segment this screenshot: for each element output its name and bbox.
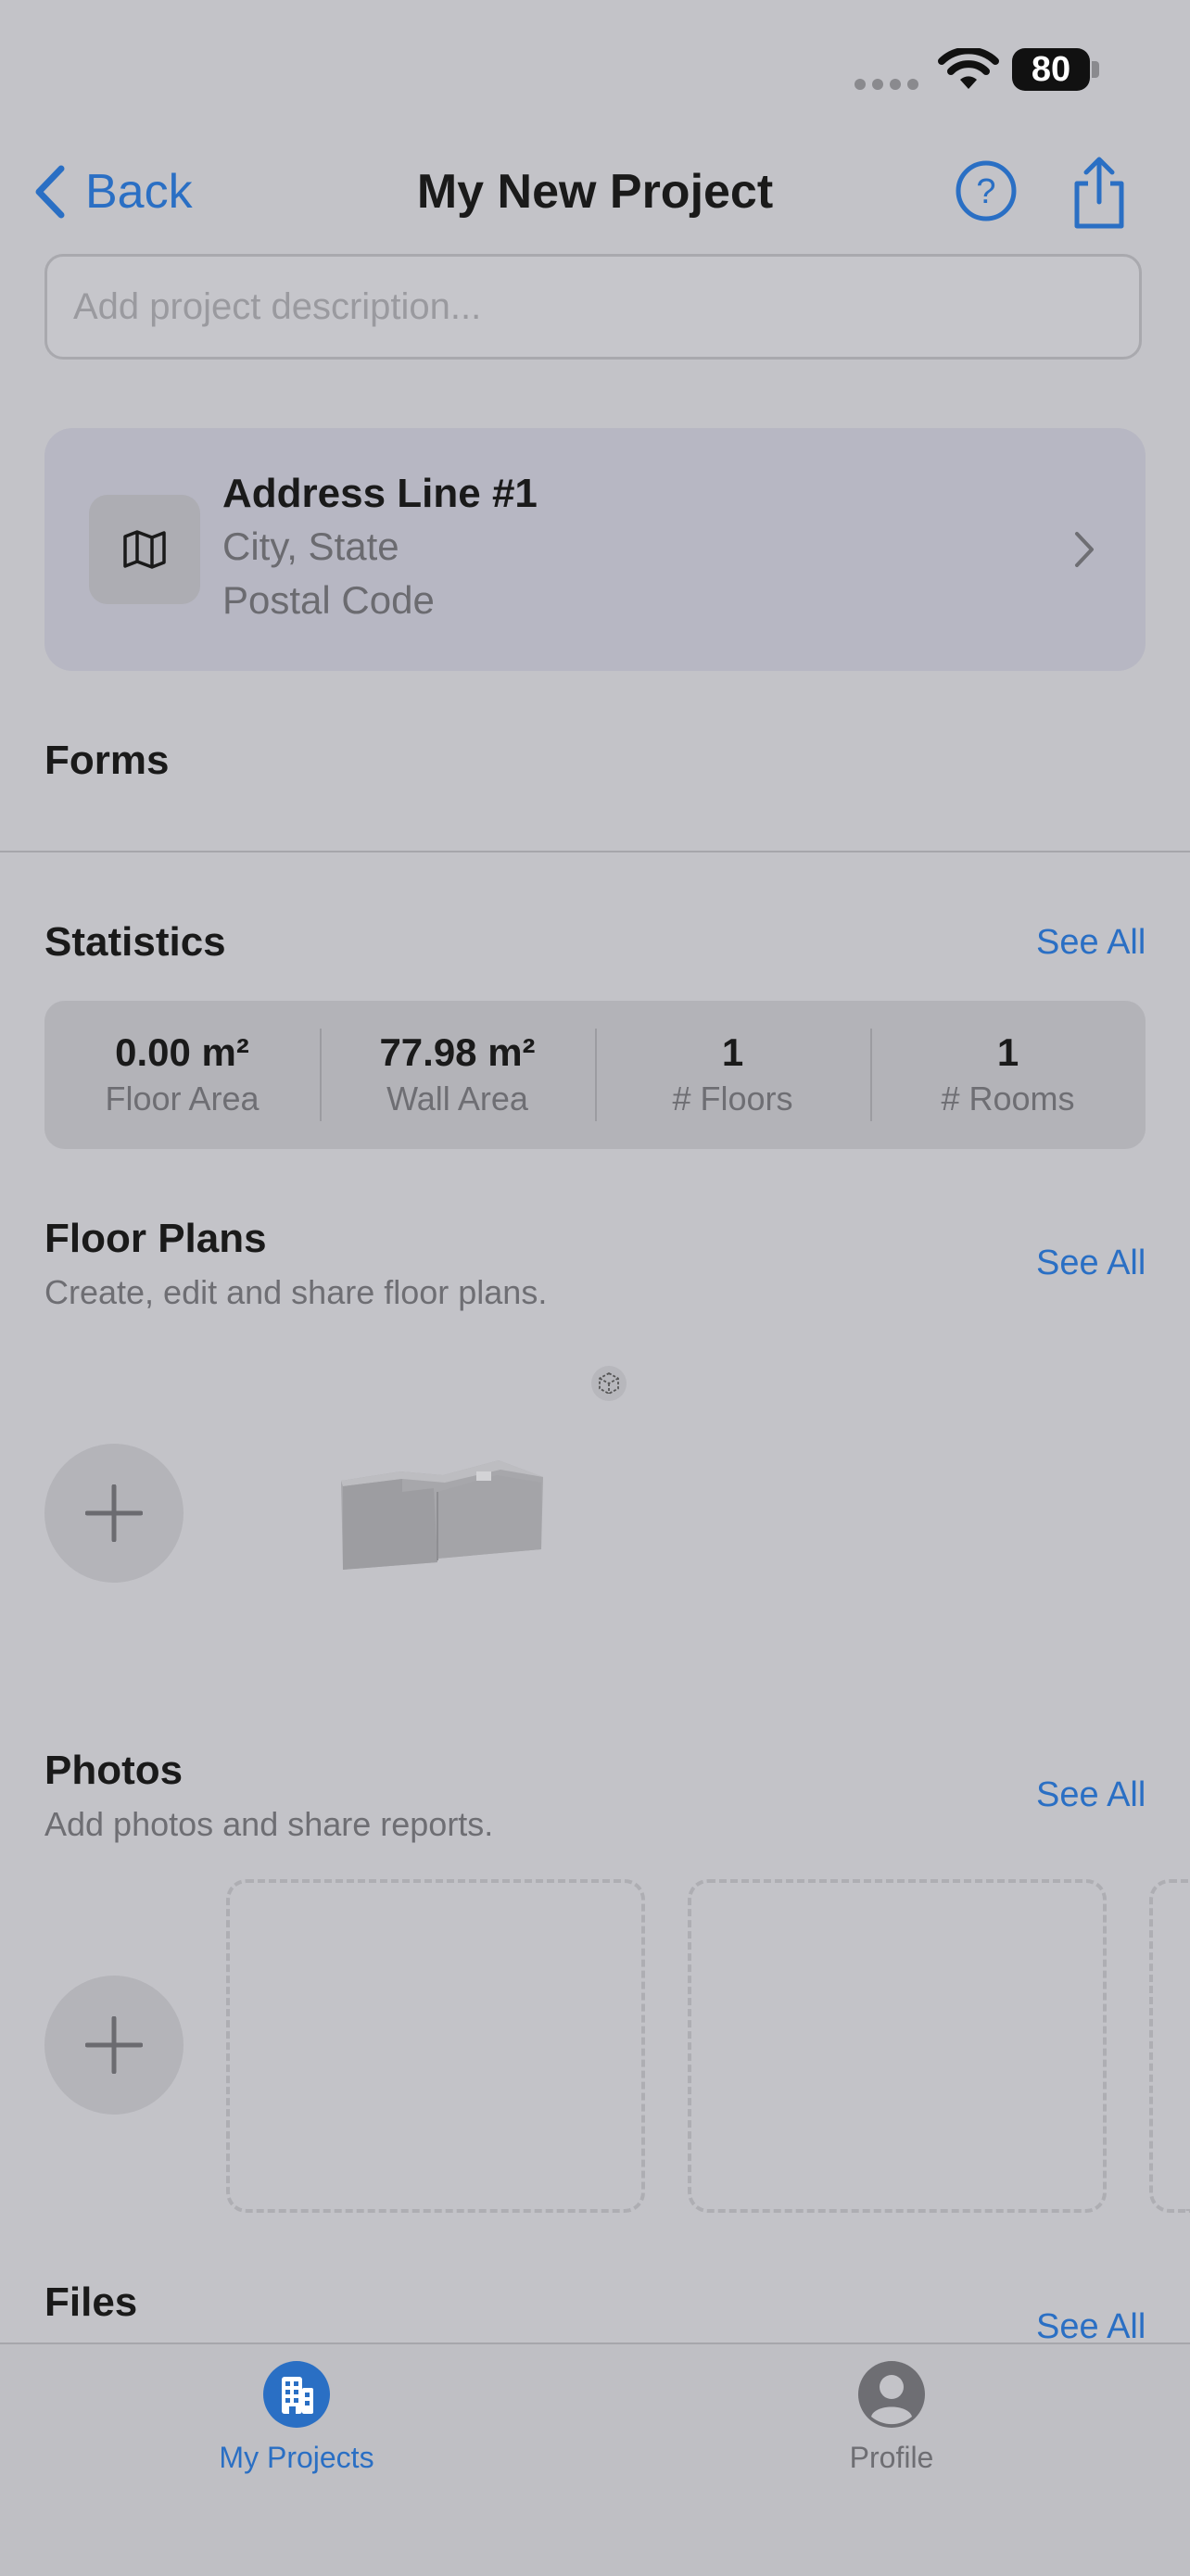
tab-label: My Projects — [219, 2441, 374, 2474]
address-postal-code: Postal Code — [222, 578, 435, 622]
person-icon — [858, 2361, 925, 2428]
back-button[interactable]: Back — [33, 159, 193, 224]
wifi-icon — [938, 48, 999, 89]
stat-label: # Rooms — [941, 1080, 1075, 1118]
ar-cube-icon — [591, 1366, 627, 1401]
chevron-right-icon — [1075, 532, 1094, 567]
photo-placeholder — [1149, 1879, 1190, 2213]
files-section-title: Files — [44, 2279, 138, 2325]
stat-value: 1 — [721, 1030, 744, 1074]
statistics-section-title: Statistics — [44, 919, 226, 965]
address-line-1: Address Line #1 — [222, 471, 538, 516]
back-label: Back — [85, 165, 193, 219]
project-description-input[interactable] — [44, 254, 1142, 360]
stat-label: Wall Area — [386, 1080, 528, 1118]
photos-subtitle: Add photos and share reports. — [44, 1805, 494, 1843]
chevron-left-icon — [35, 165, 65, 219]
tab-profile[interactable]: Profile — [753, 2361, 1031, 2475]
statistics-see-all-link[interactable]: See All — [1036, 923, 1146, 963]
share-icon[interactable] — [1070, 156, 1129, 230]
stat-wall-area: 77.98 m² Wall Area — [320, 1001, 595, 1149]
stat-floor-area: 0.00 m² Floor Area — [44, 1001, 320, 1149]
cellular-signal-icon — [855, 78, 925, 95]
help-icon[interactable]: ? — [955, 159, 1018, 222]
battery-tip — [1092, 61, 1099, 78]
floor-plans-subtitle: Create, edit and share floor plans. — [44, 1273, 548, 1311]
photos-section-title: Photos — [44, 1748, 184, 1793]
tab-label: Profile — [849, 2441, 934, 2474]
photo-placeholder — [688, 1879, 1107, 2213]
svg-text:?: ? — [976, 172, 995, 211]
map-tile — [89, 495, 200, 604]
plus-icon — [85, 2016, 143, 2074]
battery-indicator: 80 — [1012, 48, 1090, 91]
stat-value: 0.00 m² — [115, 1030, 249, 1074]
stat-floors: 1 # Floors — [595, 1001, 870, 1149]
section-divider — [0, 851, 1190, 852]
page-title: My New Project — [416, 165, 774, 219]
floor-plans-see-all-link[interactable]: See All — [1036, 1244, 1146, 1283]
photo-placeholder — [226, 1879, 645, 2213]
plus-icon — [85, 1484, 143, 1542]
map-icon — [123, 530, 166, 569]
stat-value: 1 — [996, 1030, 1019, 1074]
stat-label: # Floors — [672, 1080, 793, 1118]
photos-see-all-link[interactable]: See All — [1036, 1775, 1146, 1815]
building-icon — [263, 2361, 330, 2428]
statistics-card: 0.00 m² Floor Area 77.98 m² Wall Area 1 … — [44, 1001, 1146, 1149]
add-floor-plan-button[interactable] — [44, 1444, 184, 1583]
address-card[interactable] — [44, 428, 1146, 671]
floor-plan-3d-thumbnail[interactable] — [334, 1455, 556, 1575]
files-see-all-link[interactable]: See All — [1036, 2307, 1146, 2347]
forms-section-title: Forms — [44, 738, 170, 783]
stat-value: 77.98 m² — [379, 1030, 536, 1074]
address-city-state: City, State — [222, 524, 399, 568]
tab-my-projects[interactable]: My Projects — [158, 2361, 436, 2475]
floor-plans-section-title: Floor Plans — [44, 1216, 267, 1261]
stat-rooms: 1 # Rooms — [870, 1001, 1146, 1149]
stat-label: Floor Area — [105, 1080, 260, 1118]
add-photo-button[interactable] — [44, 1976, 184, 2115]
